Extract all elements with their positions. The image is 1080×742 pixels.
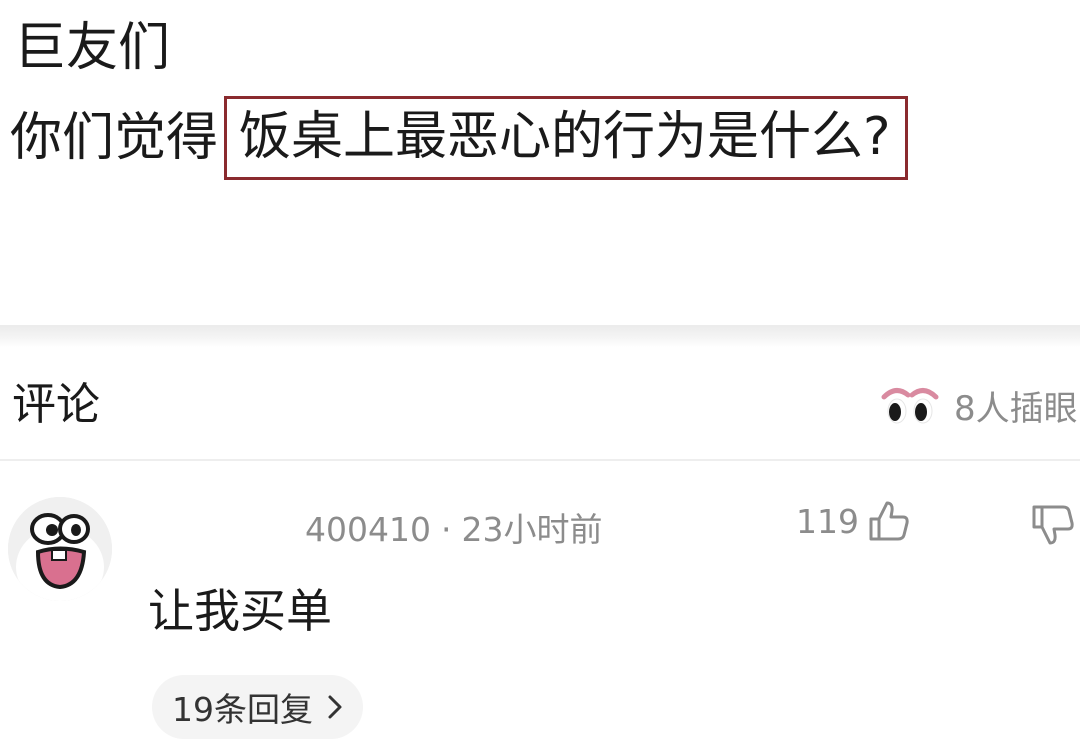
post-question-highlight: 饭桌上最恶心的行为是什么? bbox=[224, 96, 908, 180]
watching-count-label: 8人插眼 bbox=[954, 389, 1078, 429]
chevron-right-icon bbox=[328, 695, 342, 719]
avatar-face-icon bbox=[8, 497, 112, 601]
thumb-down-icon[interactable] bbox=[1030, 503, 1076, 547]
post-content: 巨友们 你们觉得 饭桌上最恶心的行为是什么? bbox=[0, 0, 1080, 325]
comment-username[interactable]: 400410 bbox=[305, 510, 431, 549]
post-title-line2: 你们觉得 饭桌上最恶心的行为是什么? bbox=[10, 96, 908, 180]
replies-count-label: 19条回复 bbox=[172, 690, 313, 729]
watching-indicator[interactable]: 8人插眼 bbox=[880, 381, 1078, 430]
meta-separator: · bbox=[440, 510, 452, 549]
comments-title: 评论 bbox=[12, 379, 100, 430]
post-title-line1: 巨友们 bbox=[14, 18, 171, 78]
comment-item: 400410 · 23小时前 119 让我买单 19条回复 bbox=[0, 463, 1080, 742]
comment-text: 让我买单 bbox=[148, 584, 332, 638]
comment-timestamp: 23小时前 bbox=[461, 510, 603, 549]
post-question-prefix: 你们觉得 bbox=[10, 108, 219, 168]
comment-meta: 400410 · 23小时前 bbox=[305, 503, 602, 551]
eyes-icon bbox=[881, 387, 939, 423]
like-button[interactable]: 119 bbox=[796, 499, 911, 543]
thumb-up-icon bbox=[869, 501, 909, 541]
section-divider bbox=[0, 325, 1080, 347]
view-replies-button[interactable]: 19条回复 bbox=[152, 675, 363, 739]
avatar[interactable] bbox=[8, 497, 112, 601]
like-count: 119 bbox=[796, 501, 859, 541]
comments-header: 评论 8人插眼 bbox=[0, 347, 1080, 461]
